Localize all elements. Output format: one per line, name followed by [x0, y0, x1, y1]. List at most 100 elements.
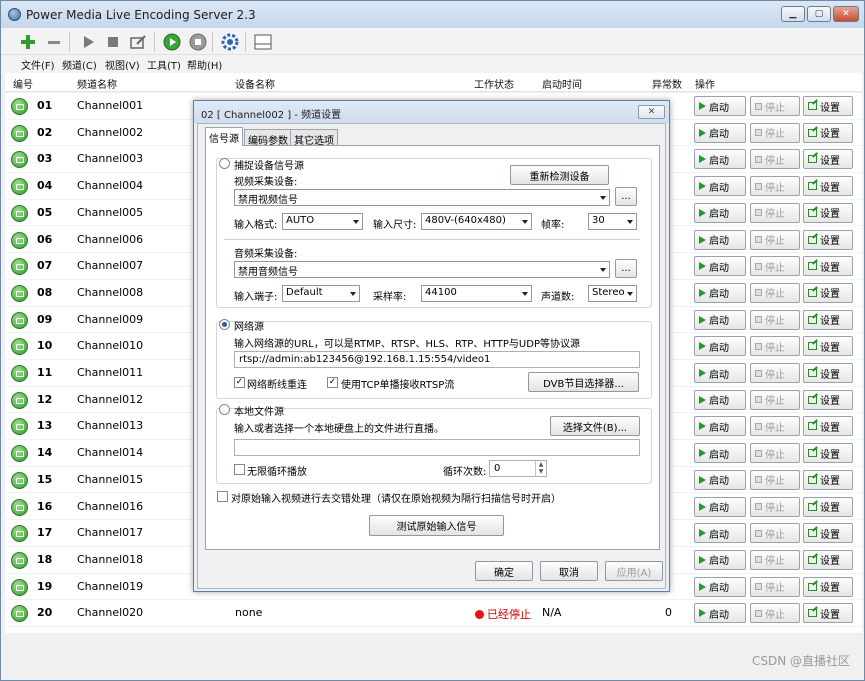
- settings-button[interactable]: 设置: [803, 309, 853, 330]
- settings-button[interactable]: 设置: [803, 336, 853, 357]
- network-source-radio[interactable]: [219, 319, 230, 330]
- settings-button[interactable]: 设置: [803, 496, 853, 517]
- apply-button[interactable]: 应用(A): [605, 561, 663, 581]
- settings-button[interactable]: 设置: [803, 603, 853, 624]
- dialog-close-button[interactable]: ✕: [638, 105, 665, 119]
- audio-device-browse-button[interactable]: ...: [615, 259, 637, 278]
- stop-button[interactable]: 停止: [750, 122, 800, 143]
- menu-file[interactable]: 文件(F): [21, 57, 55, 72]
- stop-button[interactable]: 停止: [750, 443, 800, 464]
- stop-button[interactable]: 停止: [750, 469, 800, 490]
- start-button[interactable]: 启动: [694, 122, 746, 143]
- tab-other-options[interactable]: 其它选项: [290, 129, 338, 147]
- settings-button[interactable]: 设置: [803, 576, 853, 597]
- column-id[interactable]: 编号: [13, 76, 33, 91]
- start-button[interactable]: 启动: [694, 469, 746, 490]
- settings-button[interactable]: 设置: [803, 389, 853, 410]
- column-status[interactable]: 工作状态: [474, 76, 514, 91]
- column-errors[interactable]: 异常数: [652, 76, 682, 91]
- settings-button[interactable]: 设置: [803, 469, 853, 490]
- close-button[interactable]: ✕: [833, 6, 859, 22]
- settings-button[interactable]: 设置: [803, 549, 853, 570]
- settings-button[interactable]: 设置: [803, 229, 853, 250]
- add-icon[interactable]: [17, 31, 39, 53]
- stop-all-icon[interactable]: [187, 31, 209, 53]
- settings-button[interactable]: 设置: [803, 282, 853, 303]
- settings-button[interactable]: 设置: [803, 149, 853, 170]
- dialog-title-bar[interactable]: 02 [ Channel002 ] - 频道设置 ✕: [194, 101, 669, 123]
- settings-button[interactable]: 设置: [803, 443, 853, 464]
- settings-button[interactable]: 设置: [803, 122, 853, 143]
- stop-button[interactable]: 停止: [750, 576, 800, 597]
- test-input-button[interactable]: 测试原始输入信号: [369, 515, 504, 536]
- layout-icon[interactable]: [252, 31, 274, 53]
- stop-button[interactable]: 停止: [750, 603, 800, 624]
- start-button[interactable]: 启动: [694, 202, 746, 223]
- tab-signal-source[interactable]: 信号源: [205, 127, 243, 146]
- framerate-select[interactable]: 30: [588, 213, 637, 230]
- settings-button[interactable]: 设置: [803, 256, 853, 277]
- settings-button[interactable]: 设置: [803, 176, 853, 197]
- start-button[interactable]: 启动: [694, 256, 746, 277]
- input-size-select[interactable]: 480V-(640x480): [421, 213, 532, 230]
- menu-channel[interactable]: 频道(C): [62, 57, 97, 72]
- start-button[interactable]: 启动: [694, 336, 746, 357]
- remove-icon[interactable]: [43, 31, 65, 53]
- start-button[interactable]: 启动: [694, 229, 746, 250]
- capture-device-radio[interactable]: [219, 158, 230, 169]
- dvb-selector-button[interactable]: DVB节目选择器...: [528, 372, 639, 392]
- ok-button[interactable]: 确定: [475, 561, 533, 581]
- menu-tools[interactable]: 工具(T): [147, 57, 181, 72]
- stop-button[interactable]: 停止: [750, 282, 800, 303]
- local-file-radio[interactable]: [219, 404, 230, 415]
- loop-count-stepper[interactable]: ▲ ▼: [535, 461, 546, 476]
- file-path-input[interactable]: [234, 439, 640, 456]
- stop-button[interactable]: 停止: [750, 202, 800, 223]
- column-name[interactable]: 频道名称: [77, 76, 117, 91]
- start-button[interactable]: 启动: [694, 96, 746, 116]
- menu-help[interactable]: 帮助(H): [187, 57, 222, 72]
- stop-button[interactable]: 停止: [750, 149, 800, 170]
- stop-button[interactable]: 停止: [750, 363, 800, 383]
- play-icon[interactable]: [77, 31, 99, 53]
- start-button[interactable]: 启动: [694, 149, 746, 170]
- stop-button[interactable]: 停止: [750, 256, 800, 277]
- settings-button[interactable]: 设置: [803, 416, 853, 437]
- start-button[interactable]: 启动: [694, 363, 746, 383]
- settings-button[interactable]: 设置: [803, 202, 853, 223]
- start-button[interactable]: 启动: [694, 416, 746, 437]
- start-all-icon[interactable]: [161, 31, 183, 53]
- minimize-button[interactable]: ▁: [781, 6, 805, 22]
- stop-button[interactable]: 停止: [750, 229, 800, 250]
- stop-button[interactable]: 停止: [750, 523, 800, 544]
- sample-rate-select[interactable]: 44100: [421, 285, 532, 302]
- stop-button[interactable]: 停止: [750, 96, 800, 116]
- reconnect-checkbox[interactable]: ✓: [234, 377, 245, 388]
- title-bar[interactable]: Power Media Live Encoding Server 2.3 ▁ ▢…: [1, 1, 864, 28]
- start-button[interactable]: 启动: [694, 282, 746, 303]
- maximize-button[interactable]: ▢: [807, 6, 831, 22]
- network-url-input[interactable]: rtsp://admin:ab123456@192.168.1.15:554/v…: [234, 351, 640, 368]
- stop-button[interactable]: 停止: [750, 496, 800, 517]
- start-button[interactable]: 启动: [694, 389, 746, 410]
- channels-select[interactable]: Stereo: [588, 285, 637, 302]
- redetect-devices-button[interactable]: 重新检测设备: [510, 165, 609, 185]
- video-device-select[interactable]: 禁用视频信号: [234, 189, 610, 206]
- tab-encoding-params[interactable]: 编码参数: [244, 129, 292, 147]
- stop-button[interactable]: 停止: [750, 416, 800, 437]
- cancel-button[interactable]: 取消: [540, 561, 598, 581]
- start-button[interactable]: 启动: [694, 603, 746, 624]
- stop-button[interactable]: 停止: [750, 549, 800, 570]
- settings-button[interactable]: 设置: [803, 523, 853, 544]
- tcp-unicast-checkbox[interactable]: ✓: [327, 377, 338, 388]
- stop-button[interactable]: 停止: [750, 309, 800, 330]
- start-button[interactable]: 启动: [694, 443, 746, 464]
- audio-device-select[interactable]: 禁用音频信号: [234, 261, 610, 278]
- table-row[interactable]: 20 Channel020 none 已经停止 N/A 0 启动 停止 设置: [5, 600, 862, 627]
- start-button[interactable]: 启动: [694, 176, 746, 197]
- start-button[interactable]: 启动: [694, 576, 746, 597]
- stop-button[interactable]: 停止: [750, 389, 800, 410]
- stop-icon[interactable]: [102, 31, 124, 53]
- gear-icon[interactable]: [219, 31, 241, 53]
- start-button[interactable]: 启动: [694, 549, 746, 570]
